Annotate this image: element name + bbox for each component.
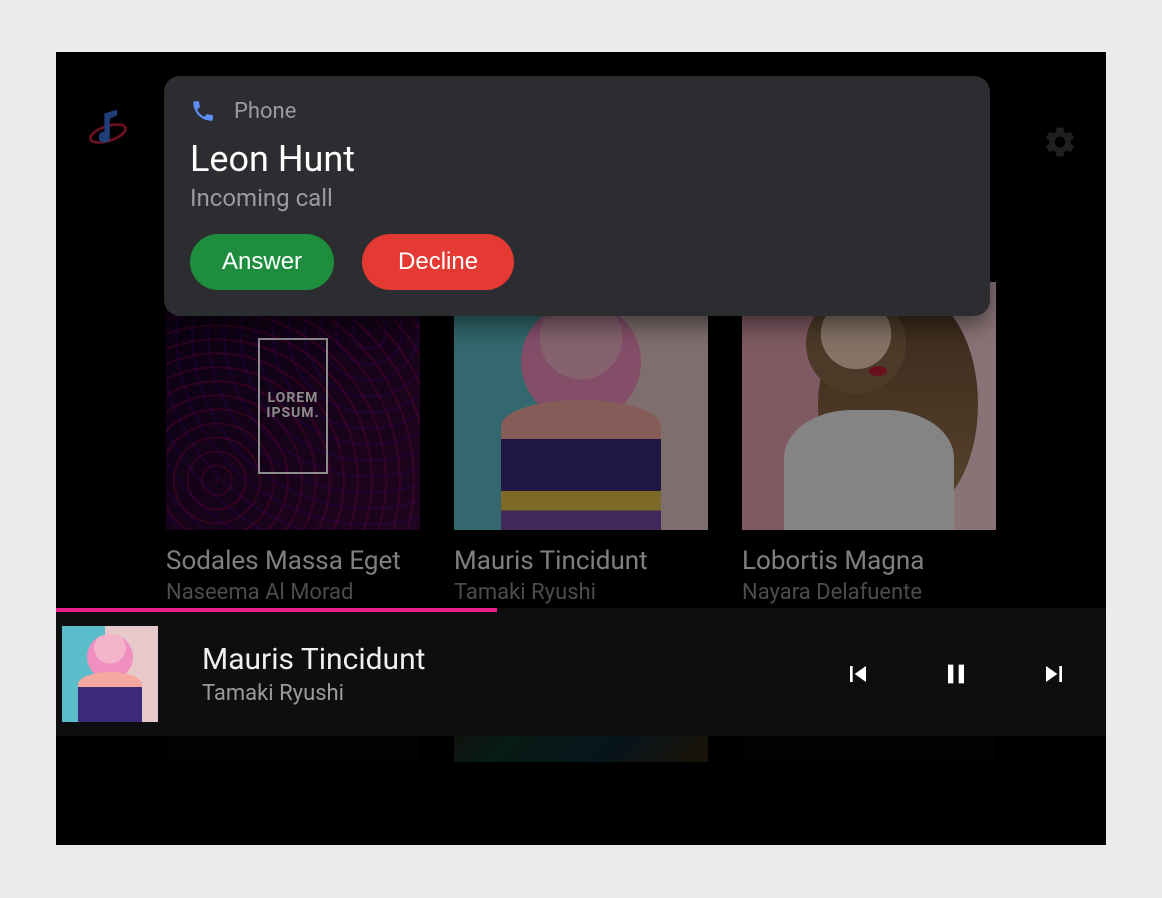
incoming-call-notification: Phone Leon Hunt Incoming call Answer Dec… [164, 76, 990, 316]
album-art [454, 282, 708, 530]
album-artist: Naseema Al Morad [166, 580, 420, 605]
album-title: Mauris Tincidunt [454, 546, 708, 576]
album-card[interactable]: LOREM IPSUM. Sodales Massa Eget Naseema … [166, 282, 420, 605]
album-art-text: LOREM IPSUM. [260, 391, 326, 422]
notification-app-label: Phone [234, 99, 296, 124]
album-card[interactable]: Mauris Tincidunt Tamaki Ryushi [454, 282, 708, 605]
now-playing-text: Mauris Tincidunt Tamaki Ryushi [202, 642, 838, 706]
album-artist: Nayara Delafuente [742, 580, 996, 605]
skip-next-button[interactable] [1034, 654, 1074, 694]
album-card[interactable]: Lobortis Magna Nayara Delafuente [742, 282, 996, 605]
now-playing-bar[interactable]: Mauris Tincidunt Tamaki Ryushi [56, 612, 1106, 736]
phone-icon [190, 98, 216, 124]
call-status: Incoming call [190, 184, 964, 212]
now-playing-artist: Tamaki Ryushi [202, 681, 838, 706]
album-title: Lobortis Magna [742, 546, 996, 576]
answer-button[interactable]: Answer [190, 234, 334, 290]
decline-button[interactable]: Decline [362, 234, 514, 290]
album-art: LOREM IPSUM. [166, 282, 420, 530]
now-playing-art [62, 626, 158, 722]
caller-name: Leon Hunt [190, 138, 964, 180]
app-logo [86, 106, 130, 150]
album-artist: Tamaki Ryushi [454, 580, 708, 605]
now-playing-title: Mauris Tincidunt [202, 642, 838, 677]
settings-button[interactable] [1042, 124, 1078, 160]
album-grid: LOREM IPSUM. Sodales Massa Eget Naseema … [166, 282, 996, 605]
album-title: Sodales Massa Eget [166, 546, 420, 576]
album-art [742, 282, 996, 530]
pause-button[interactable] [936, 654, 976, 694]
skip-previous-button[interactable] [838, 654, 878, 694]
device-screen: LOREM IPSUM. Sodales Massa Eget Naseema … [56, 52, 1106, 845]
playback-controls [838, 654, 1074, 694]
